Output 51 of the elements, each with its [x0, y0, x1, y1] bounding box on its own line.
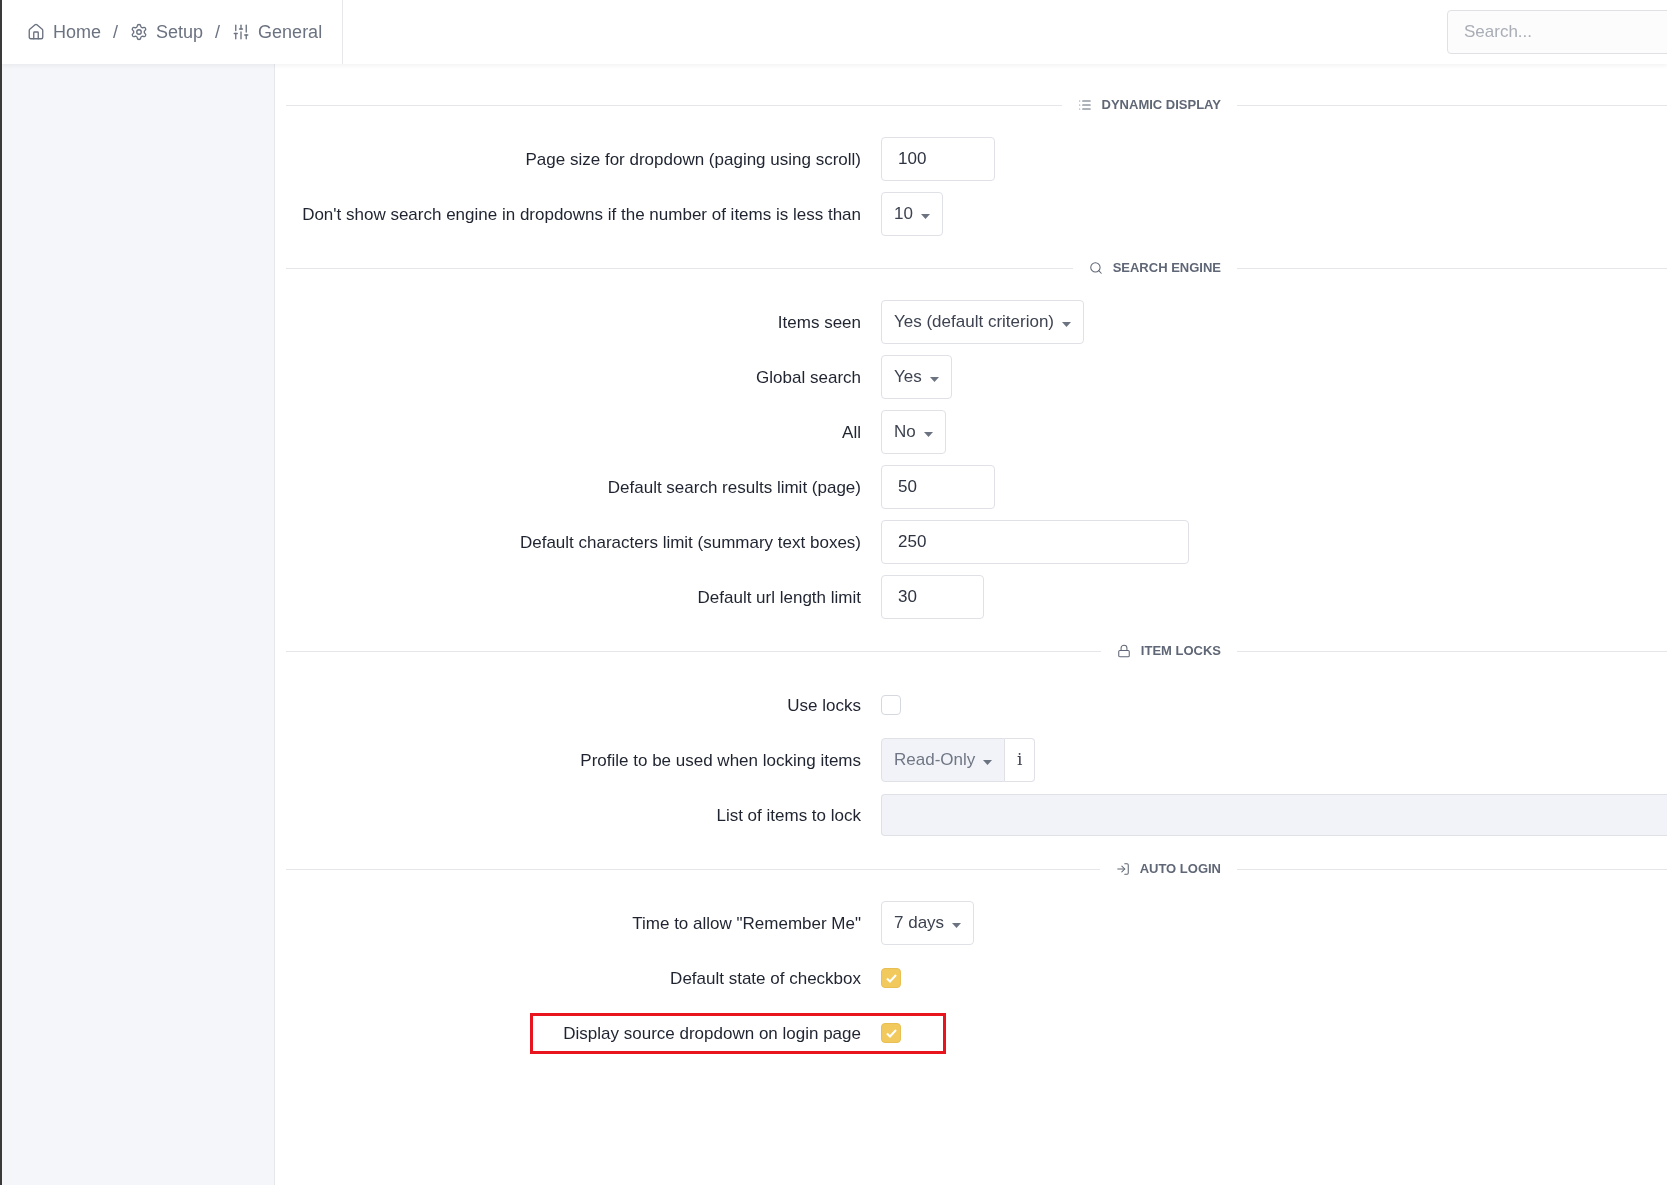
- login-icon: [1115, 862, 1130, 876]
- field-label: Default characters limit (summary text boxes): [518, 531, 861, 554]
- gear-icon: [130, 23, 149, 41]
- field-label: Use locks: [786, 694, 861, 717]
- caret-icon: [983, 759, 993, 765]
- field-label: Default url length limit: [696, 586, 861, 609]
- lock-icon: [1116, 644, 1131, 658]
- house-icon: [27, 23, 45, 41]
- field-label: Don't show search engine in dropdowns if the number of items is less than: [301, 203, 861, 226]
- section-title: DYNAMIC DISPLAY: [1061, 95, 1237, 115]
- field-label: Items seen: [776, 311, 861, 334]
- search-icon: [1088, 261, 1103, 275]
- caret-icon: [920, 213, 930, 219]
- section-title: ITEM LOCKS: [1100, 641, 1237, 661]
- field-label: Time to allow "Remember Me": [631, 912, 861, 935]
- sliders-icon: [232, 23, 251, 41]
- number-field[interactable]: 250: [881, 520, 1189, 564]
- caret-icon: [923, 431, 933, 437]
- breadcrumb-separator: /: [113, 20, 119, 44]
- field-label: Default search results limit (page): [606, 476, 861, 499]
- select-dropdown[interactable]: 10: [881, 192, 943, 236]
- field-label: Page size for dropdown (paging using scroll): [524, 148, 861, 171]
- list-icon: [1077, 98, 1092, 112]
- caret-icon: [929, 376, 939, 382]
- select-dropdown[interactable]: Yes: [881, 355, 952, 399]
- breadcrumb-separator: /: [215, 20, 221, 44]
- field-label: Profile to be used when locking items: [579, 749, 861, 772]
- caret-icon: [952, 922, 962, 928]
- field-label: List of items to lock: [715, 804, 861, 827]
- caret-icon: [1062, 321, 1071, 327]
- field-label: Default state of checkbox: [669, 967, 861, 990]
- select-dropdown[interactable]: No: [881, 410, 946, 454]
- field-label: Global search: [755, 366, 861, 389]
- select-dropdown[interactable]: Yes (default criterion): [881, 300, 1084, 344]
- check-icon: [885, 1028, 897, 1038]
- field-label: All: [841, 421, 861, 444]
- number-field[interactable]: 100: [881, 137, 995, 181]
- search-field[interactable]: Search...: [1447, 10, 1667, 54]
- section-title: SEARCH ENGINE: [1072, 258, 1237, 278]
- breadcrumb-link[interactable]: General: [232, 18, 323, 46]
- section-title: AUTO LOGIN: [1099, 859, 1237, 879]
- check-icon: [885, 973, 897, 983]
- number-field[interactable]: 50: [881, 465, 995, 509]
- checkbox[interactable]: [881, 695, 901, 715]
- field-label: Display source dropdown on login page: [562, 1022, 861, 1045]
- breadcrumb-link[interactable]: Home: [27, 18, 101, 46]
- checkbox[interactable]: [881, 968, 901, 988]
- number-field[interactable]: 30: [881, 575, 984, 619]
- breadcrumb-link[interactable]: Setup: [130, 18, 204, 46]
- checkbox[interactable]: [881, 1023, 901, 1043]
- select-dropdown[interactable]: 7 days: [881, 901, 975, 945]
